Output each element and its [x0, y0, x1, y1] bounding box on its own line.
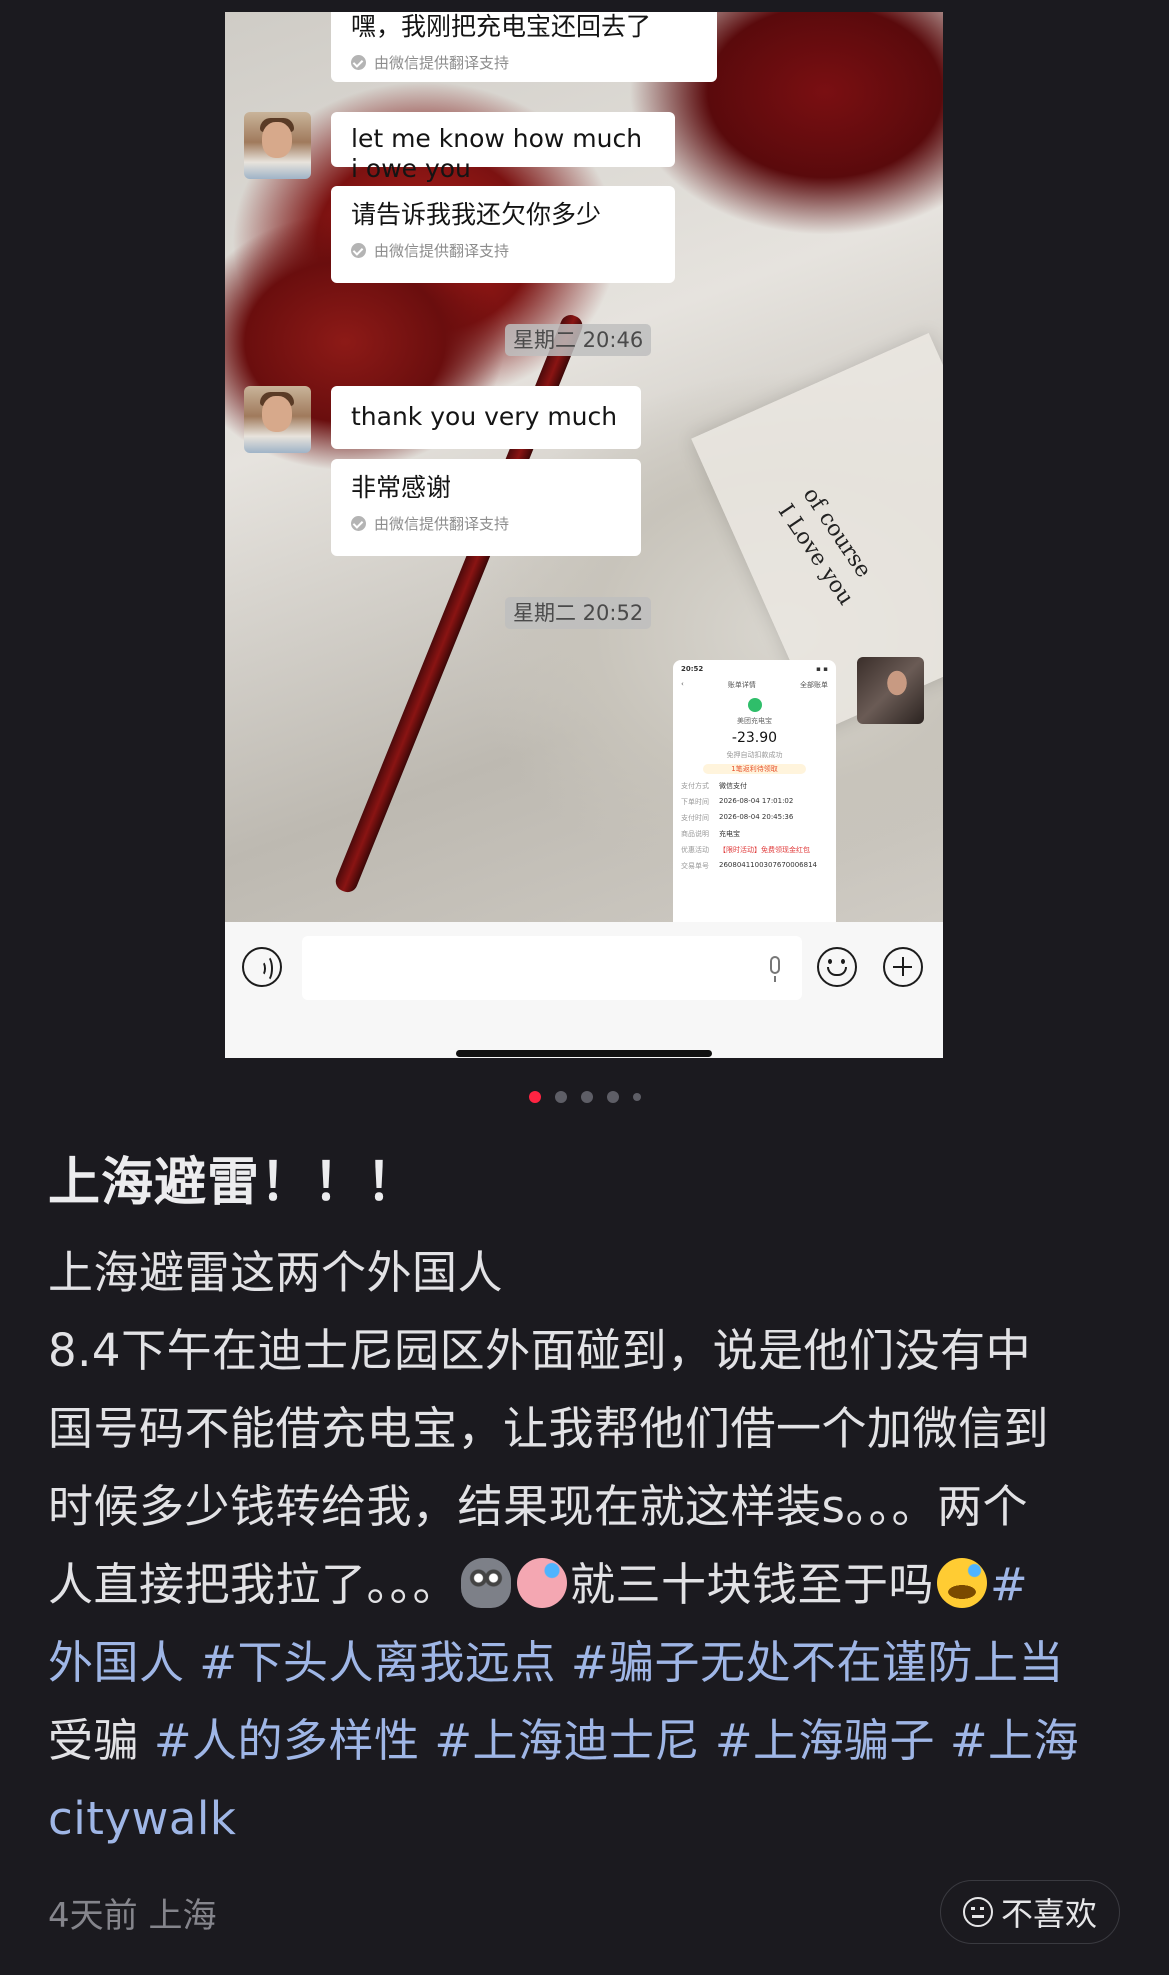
microphone-icon[interactable] — [770, 956, 780, 982]
post-image-chat-screenshot[interactable]: of course I Love you 嘿，我刚把充电宝还回去了 由微信提供翻… — [225, 12, 943, 1058]
avatar-man[interactable] — [244, 112, 311, 179]
post-body-line: 时候多少钱转给我，结果现在就这样装s。。。两个 — [48, 1480, 1028, 1533]
pagination-dot[interactable] — [580, 1091, 593, 1103]
merchant-icon — [747, 698, 762, 712]
chat-input-bar — [225, 922, 943, 1058]
sweating-peach-emoji-icon — [517, 1558, 568, 1608]
chat-timestamp-2: 星期二 20:52 — [505, 597, 652, 629]
chat-bubble-en-2: thank you very much — [331, 386, 641, 449]
post-body-line: 8.4下午在迪士尼园区外面碰到，说是他们没有中 — [48, 1324, 1032, 1377]
pagination-dot[interactable] — [606, 1091, 619, 1103]
voice-icon[interactable] — [242, 947, 282, 987]
chat-timestamp-1: 星期二 20:46 — [505, 324, 652, 356]
post-body-line: 人直接把我拉了。。。 就三十块钱至于吗 # — [48, 1558, 1029, 1611]
dislike-label: 不喜欢 — [1000, 1895, 1097, 1933]
hashtag-line[interactable]: citywalk — [48, 1780, 1128, 1858]
avatar-man[interactable] — [244, 386, 311, 453]
check-icon — [351, 243, 366, 258]
chat-bubble-zh-2: 非常感谢 由微信提供翻译支持 — [331, 459, 641, 556]
home-indicator — [456, 1050, 712, 1057]
message-input[interactable] — [302, 936, 802, 1000]
dislike-button[interactable]: 不喜欢 — [940, 1880, 1120, 1944]
pagination-dot[interactable] — [632, 1093, 641, 1101]
post-meta-time-location: 4天前 上海 — [48, 1896, 217, 1936]
chat-bubble-top-partial: 嘿，我刚把充电宝还回去了 由微信提供翻译支持 — [331, 12, 717, 82]
post-title: 上海避雷！！！ — [48, 1153, 420, 1213]
grinning-sweat-emoji-icon — [937, 1558, 988, 1608]
hashtag[interactable]: # — [990, 1558, 1028, 1611]
post-body: 上海避雷这两个外国人 8.4下午在迪士尼园区外面碰到，说是他们没有中 国号码不能… — [48, 1234, 1128, 1858]
cat-emoji-icon — [461, 1558, 512, 1608]
hashtag-line[interactable]: 外国人 #下头人离我远点 #骗子无处不在谨防上当 — [48, 1624, 1128, 1702]
emoji-icon[interactable] — [817, 947, 857, 987]
check-icon — [351, 516, 366, 531]
post-body-line: 上海避雷这两个外国人 — [48, 1246, 504, 1299]
check-icon — [351, 55, 366, 70]
plus-icon[interactable] — [883, 947, 923, 987]
payment-receipt-image[interactable]: 20:52 ▪ ▪ ‹ 账单详情 全部账单 美团充电宝 -23.90 免押自动扣款成功… — [673, 660, 836, 922]
meh-face-icon — [962, 1897, 993, 1927]
pagination-dot-active[interactable] — [528, 1091, 541, 1103]
chat-bubble-zh-1: 请告诉我我还欠你多少 由微信提供翻译支持 — [331, 186, 675, 283]
hashtag-line[interactable]: 受骗 #人的多样性 #上海迪士尼 #上海骗子 #上海 — [48, 1702, 1128, 1780]
carousel-pagination[interactable] — [0, 1091, 1169, 1103]
post-body-line: 国号码不能借充电宝，让我帮他们借一个加微信到 — [48, 1402, 1050, 1455]
back-icon: ‹ — [681, 680, 684, 688]
chat-bubble-en-1: let me know how much i owe you — [331, 112, 675, 183]
pagination-dot[interactable] — [554, 1091, 567, 1103]
avatar-woman[interactable] — [857, 657, 924, 724]
